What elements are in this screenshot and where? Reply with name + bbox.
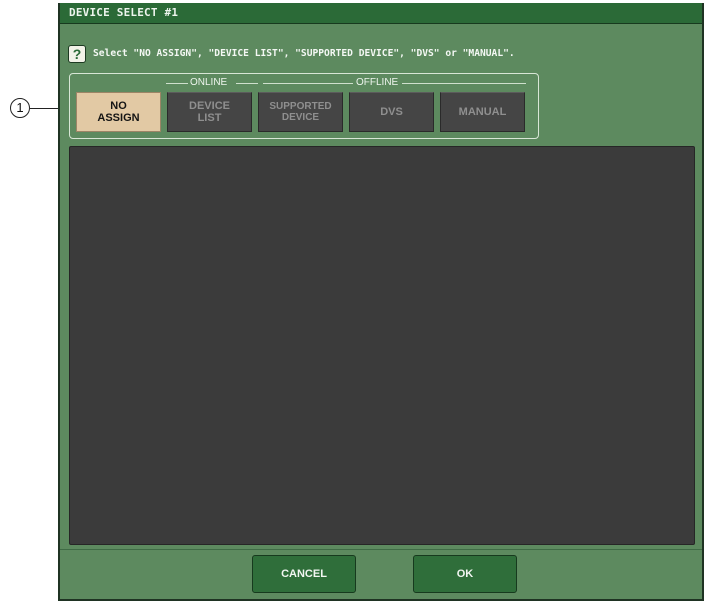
device-list-label-line1: DEVICE (189, 100, 230, 112)
offline-group-label: OFFLINE (260, 77, 530, 89)
ok-button[interactable]: OK (413, 555, 517, 593)
manual-button[interactable]: MANUAL (440, 92, 525, 132)
device-select-dialog: DEVICE SELECT #1 ? Select "NO ASSIGN", "… (58, 3, 704, 601)
dialog-title: DEVICE SELECT #1 (69, 6, 179, 19)
instruction-text: Select "NO ASSIGN", "DEVICE LIST", "SUPP… (93, 48, 515, 59)
footer-divider (60, 549, 702, 550)
question-mark-icon: ? (68, 45, 86, 63)
no-assign-button[interactable]: NO ASSIGN (76, 92, 161, 132)
supported-device-label-line2: DEVICE (281, 112, 320, 123)
title-bar: DEVICE SELECT #1 (60, 3, 702, 24)
cancel-button[interactable]: CANCEL (252, 555, 356, 593)
dvs-label: DVS (380, 106, 403, 118)
no-assign-label-line2: ASSIGN (97, 112, 140, 124)
no-assign-label-line1: NO (110, 100, 127, 112)
assign-mode-group: ONLINE OFFLINE NO ASSIGN DEVICE LIST SUP… (69, 73, 539, 139)
device-list-button[interactable]: DEVICE LIST (167, 92, 252, 132)
supported-device-label-line1: SUPPORTED (269, 101, 332, 112)
device-list-panel (69, 146, 695, 545)
supported-device-button[interactable]: SUPPORTED DEVICE (258, 92, 343, 132)
dvs-button[interactable]: DVS (349, 92, 434, 132)
device-list-label-line2: LIST (197, 112, 222, 124)
callout-marker: 1 (10, 98, 30, 118)
online-group-label: ONLINE (72, 77, 260, 89)
manual-label: MANUAL (458, 106, 507, 118)
